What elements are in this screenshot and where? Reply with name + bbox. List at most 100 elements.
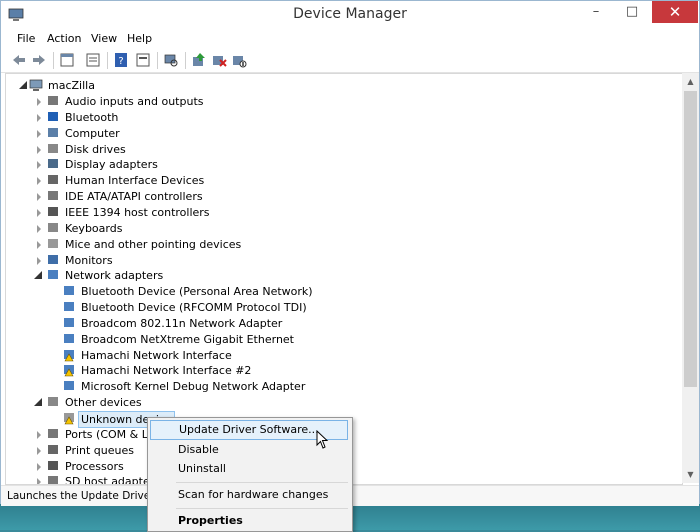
device-label: Hamachi Network Interface #2 xyxy=(81,364,252,378)
update-driver-icon[interactable] xyxy=(191,52,207,68)
computer-icon xyxy=(48,127,58,137)
menu-separator xyxy=(176,508,348,509)
network-icon xyxy=(64,381,74,391)
scroll-up-icon[interactable]: ▲ xyxy=(682,73,699,90)
network-icon xyxy=(64,333,74,343)
category-label: Bluetooth xyxy=(65,110,119,124)
ide-icon xyxy=(48,191,58,201)
keyboard-icon xyxy=(48,222,58,232)
show-hide-icon[interactable] xyxy=(85,52,101,68)
properties-menu-item[interactable]: Properties xyxy=(150,511,348,531)
properties-icon[interactable] xyxy=(59,52,75,68)
scan-hardware-menu-item[interactable]: Scan for hardware changes xyxy=(150,485,348,505)
warning-network-icon xyxy=(64,349,74,361)
display-adapter-icon xyxy=(48,159,58,169)
svg-text:?: ? xyxy=(118,56,123,67)
tree-root-label: macZilla xyxy=(48,79,95,92)
maximize-button[interactable]: □ xyxy=(615,1,649,23)
category-label: IDE ATA/ATAPI controllers xyxy=(65,190,203,204)
menu-bar: File Action View Help xyxy=(1,30,699,48)
title-bar: Device Manager – □ ✕ xyxy=(1,1,699,30)
toolbar: ? xyxy=(1,48,699,73)
device-label: Bluetooth Device (RFCOMM Protocol TDI) xyxy=(81,301,307,315)
other-devices-icon xyxy=(48,397,58,407)
minimize-button[interactable]: – xyxy=(579,1,613,23)
menu-help[interactable]: Help xyxy=(127,32,152,45)
category-label: Processors xyxy=(65,459,124,473)
expand-arrow-icon[interactable] xyxy=(37,462,41,471)
expand-arrow-icon[interactable] xyxy=(37,256,41,265)
toolbar-separator xyxy=(157,52,158,69)
collapse-arrow-icon[interactable] xyxy=(34,271,42,280)
close-button[interactable]: ✕ xyxy=(652,1,698,23)
menu-separator xyxy=(176,482,348,483)
warning-network-icon xyxy=(64,365,74,377)
category-label: SD host adapters xyxy=(65,475,160,485)
port-icon xyxy=(48,428,58,438)
computer-root-icon xyxy=(29,79,43,91)
toolbar-separator xyxy=(185,52,186,69)
mouse-icon xyxy=(48,238,58,248)
network-icon xyxy=(64,286,74,296)
monitor-icon xyxy=(48,254,58,264)
expand-arrow-icon[interactable] xyxy=(37,177,41,186)
mouse-cursor-icon xyxy=(316,430,329,449)
disable-icon[interactable] xyxy=(231,52,247,68)
ieee1394-icon xyxy=(48,206,58,216)
expand-arrow-icon[interactable] xyxy=(37,161,41,170)
device-label: Hamachi Network Interface xyxy=(81,348,232,362)
scrollbar-thumb[interactable] xyxy=(684,91,697,387)
sd-icon xyxy=(48,476,58,484)
expand-arrow-icon[interactable] xyxy=(37,224,41,233)
category-label: Network adapters xyxy=(65,269,164,283)
network-icon xyxy=(64,317,74,327)
expand-arrow-icon[interactable] xyxy=(37,129,41,138)
device-label: Broadcom 802.11n Network Adapter xyxy=(81,316,283,330)
network-icon xyxy=(48,270,58,280)
category-label: Monitors xyxy=(65,253,113,267)
category-label: Disk drives xyxy=(65,142,126,156)
toolbar-separator xyxy=(107,52,108,69)
expand-arrow-icon[interactable] xyxy=(37,98,41,106)
network-icon xyxy=(64,302,74,312)
category-label: Print queues xyxy=(65,443,134,457)
category-label: Computer xyxy=(65,126,120,140)
warning-device-icon xyxy=(64,413,74,425)
expand-arrow-icon[interactable] xyxy=(37,430,41,439)
expand-arrow-icon[interactable] xyxy=(37,145,41,154)
toolbar-separator xyxy=(53,52,54,69)
scroll-down-icon[interactable]: ▼ xyxy=(682,466,699,483)
expand-arrow-icon[interactable] xyxy=(37,240,41,249)
console-icon[interactable] xyxy=(135,52,151,68)
hid-icon xyxy=(48,175,58,185)
collapse-arrow-icon[interactable] xyxy=(19,81,27,89)
printer-icon xyxy=(48,444,58,454)
menu-file[interactable]: File xyxy=(17,32,35,45)
vertical-scrollbar[interactable]: ▲ ▼ xyxy=(682,73,699,483)
device-label: Broadcom NetXtreme Gigabit Ethernet xyxy=(81,332,294,346)
bluetooth-icon xyxy=(48,111,58,121)
collapse-arrow-icon[interactable] xyxy=(34,398,42,407)
menu-action[interactable]: Action xyxy=(47,32,81,45)
disk-drive-icon xyxy=(48,143,58,153)
uninstall-menu-item[interactable]: Uninstall xyxy=(150,459,348,479)
uninstall-icon[interactable] xyxy=(211,52,227,68)
expand-arrow-icon[interactable] xyxy=(37,446,41,455)
expand-arrow-icon[interactable] xyxy=(37,113,41,122)
expand-arrow-icon[interactable] xyxy=(37,208,41,217)
category-label: Mice and other pointing devices xyxy=(65,237,242,251)
forward-icon[interactable] xyxy=(31,52,47,68)
category-label: Display adapters xyxy=(65,158,158,172)
processor-icon xyxy=(48,460,58,470)
speaker-icon xyxy=(48,96,58,105)
category-label: Keyboards xyxy=(65,221,123,235)
expand-arrow-icon[interactable] xyxy=(37,193,41,202)
menu-view[interactable]: View xyxy=(91,32,117,45)
back-icon[interactable] xyxy=(11,52,27,68)
device-label: Bluetooth Device (Personal Area Network) xyxy=(81,285,313,299)
scan-hardware-icon[interactable] xyxy=(163,52,179,68)
help-icon[interactable]: ? xyxy=(113,52,129,68)
device-label: Microsoft Kernel Debug Network Adapter xyxy=(81,380,306,394)
category-label: Audio inputs and outputs xyxy=(65,95,204,108)
expand-arrow-icon[interactable] xyxy=(37,478,41,484)
